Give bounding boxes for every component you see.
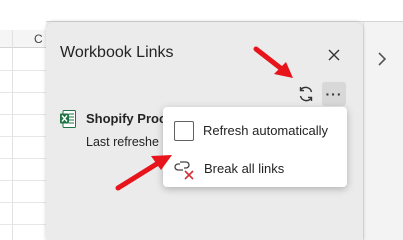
grid-row-line (0, 136, 46, 137)
break-links-icon (174, 161, 194, 180)
excel-icon (60, 110, 76, 128)
grid-row-line (0, 224, 46, 225)
formula-bar (0, 0, 403, 22)
column-letter[interactable]: C (34, 32, 43, 46)
menu-item-refresh-automatically[interactable]: Refresh automatically (163, 115, 347, 147)
close-icon (328, 49, 340, 61)
link-status-text: Last refreshe (86, 135, 159, 149)
grid-row-line (0, 180, 46, 181)
chevron-right-icon[interactable] (377, 51, 387, 67)
pane-title: Workbook Links (60, 44, 174, 61)
more-options-menu: Refresh automatically Break all links (163, 107, 347, 187)
grid-row-line (0, 202, 46, 203)
link-file-name: Shopify Proc (86, 111, 167, 126)
grid-row-line (0, 92, 46, 93)
menu-item-label: Break all links (204, 161, 285, 176)
workbook-link-item[interactable]: Shopify Proc Last refreshe (60, 108, 170, 152)
menu-item-break-all-links[interactable]: Break all links (163, 152, 347, 184)
refresh-automatically-checkbox[interactable] (174, 121, 194, 141)
column-divider (12, 30, 13, 240)
refresh-icon (299, 86, 313, 102)
grid-row-line (0, 114, 46, 115)
grid-row-line (0, 70, 46, 71)
menu-item-label: Refresh automatically (203, 123, 328, 138)
grid-row-line (0, 158, 46, 159)
more-options-button[interactable]: ··· (322, 82, 346, 106)
close-button[interactable] (324, 45, 344, 65)
refresh-button[interactable] (294, 84, 318, 104)
